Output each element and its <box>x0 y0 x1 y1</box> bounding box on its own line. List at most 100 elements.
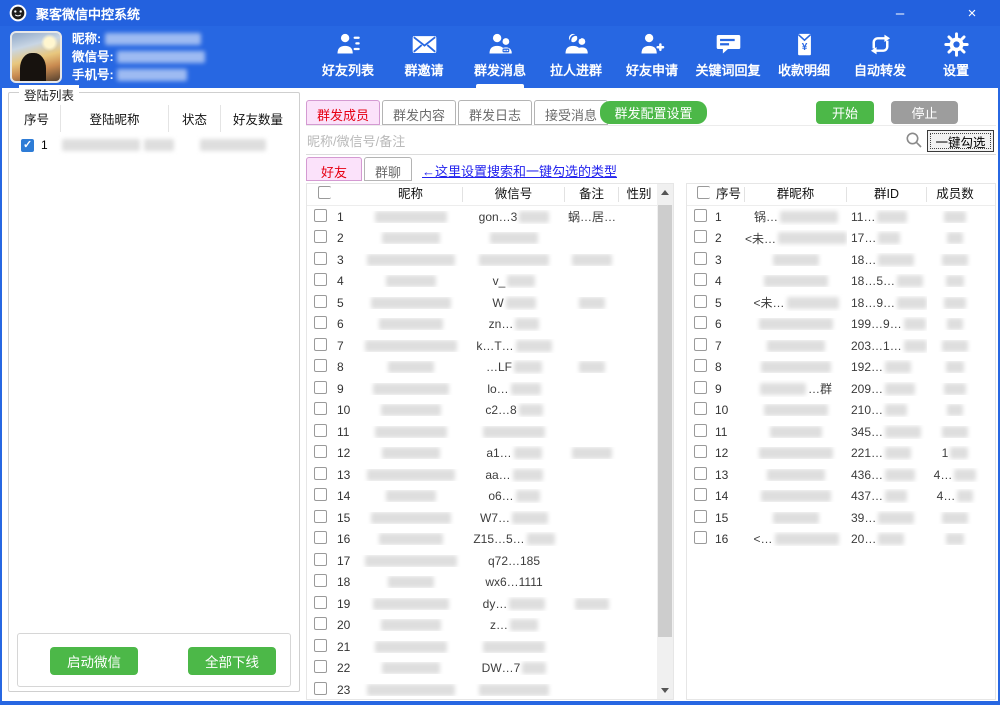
offline-all-button[interactable]: 全部下线 <box>188 647 276 675</box>
scroll-up-button[interactable] <box>657 184 673 201</box>
table-row[interactable]: 12221…1 <box>687 443 995 465</box>
row-checkbox[interactable] <box>694 230 707 243</box>
table-row[interactable]: 23 <box>307 679 673 700</box>
row-checkbox[interactable] <box>694 273 707 286</box>
table-row[interactable]: 3 <box>307 249 673 271</box>
row-checkbox[interactable] <box>314 252 327 265</box>
tab-群发日志[interactable]: 群发日志 <box>458 100 532 125</box>
start-wechat-button[interactable]: 启动微信 <box>50 647 138 675</box>
table-row[interactable]: 15W7… <box>307 507 673 529</box>
row-checkbox[interactable] <box>314 596 327 609</box>
row-checkbox[interactable] <box>314 295 327 308</box>
row-checkbox[interactable] <box>694 295 707 308</box>
table-row[interactable]: 22DW…7 <box>307 658 673 680</box>
row-checkbox[interactable] <box>314 424 327 437</box>
nav-item-payment-detail[interactable]: ¥收款明细 <box>766 26 842 88</box>
tab-群发内容[interactable]: 群发内容 <box>382 100 456 125</box>
scroll-thumb[interactable] <box>658 205 672 637</box>
row-checkbox[interactable] <box>694 467 707 480</box>
search-input[interactable] <box>307 129 897 153</box>
type-tab-群聊[interactable]: 群聊 <box>364 157 412 181</box>
stop-button[interactable]: 停止 <box>891 101 958 124</box>
table-row[interactable]: 10c2…8 <box>307 400 673 422</box>
table-row[interactable]: 18wx6…1111 <box>307 572 673 594</box>
table-row[interactable]: 16<…20… <box>687 529 995 551</box>
row-checkbox[interactable] <box>697 186 710 199</box>
tab-群发成员[interactable]: 群发成员 <box>306 100 380 125</box>
table-row[interactable]: 13436…4… <box>687 464 995 486</box>
row-checkbox[interactable] <box>314 209 327 222</box>
table-row[interactable]: 17q72…185 <box>307 550 673 572</box>
tab-接受消息[interactable]: 接受消息 <box>534 100 608 125</box>
row-checkbox[interactable] <box>694 402 707 415</box>
row-checkbox[interactable] <box>314 445 327 458</box>
row-checkbox[interactable] <box>314 230 327 243</box>
row-checkbox[interactable] <box>694 359 707 372</box>
row-checkbox[interactable] <box>318 186 331 199</box>
table-row[interactable]: 1锅…11… <box>687 206 995 228</box>
friends-scrollbar[interactable] <box>657 184 673 699</box>
table-row[interactable]: 7k…T… <box>307 335 673 357</box>
table-row[interactable]: 13aa… <box>307 464 673 486</box>
row-checkbox[interactable] <box>694 252 707 265</box>
table-row[interactable]: 20z… <box>307 615 673 637</box>
type-tab-好友[interactable]: 好友 <box>306 157 362 181</box>
row-checkbox[interactable] <box>314 488 327 501</box>
nav-item-friend-list[interactable]: 好友列表 <box>310 26 386 88</box>
table-row[interactable]: 10210… <box>687 400 995 422</box>
table-row[interactable]: 5W <box>307 292 673 314</box>
table-row[interactable]: 16Z15…5… <box>307 529 673 551</box>
row-checkbox[interactable] <box>314 574 327 587</box>
table-row[interactable]: 19dy… <box>307 593 673 615</box>
table-row[interactable]: 6199…9… <box>687 314 995 336</box>
nav-item-friend-apply[interactable]: 好友申请 <box>614 26 690 88</box>
row-checkbox[interactable] <box>21 139 34 152</box>
row-checkbox[interactable] <box>314 338 327 351</box>
scroll-down-button[interactable] <box>657 682 673 699</box>
table-row[interactable]: 1539… <box>687 507 995 529</box>
table-row[interactable]: 7203…1… <box>687 335 995 357</box>
row-checkbox[interactable] <box>314 682 327 695</box>
nav-item-auto-forward[interactable]: 自动转发 <box>842 26 918 88</box>
row-checkbox[interactable] <box>314 639 327 652</box>
row-checkbox[interactable] <box>694 488 707 501</box>
table-row[interactable]: 1gon…3蜗…居… <box>307 206 673 228</box>
table-row[interactable]: 6zn… <box>307 314 673 336</box>
table-row[interactable]: 8…LF <box>307 357 673 379</box>
table-row[interactable]: 11345… <box>687 421 995 443</box>
row-checkbox[interactable] <box>314 273 327 286</box>
mass-config-button[interactable]: 群发配置设置 <box>600 101 707 124</box>
table-row[interactable]: 9…群209… <box>687 378 995 400</box>
nav-item-keyword-reply[interactable]: 关键词回复 <box>690 26 766 88</box>
row-checkbox[interactable] <box>314 660 327 673</box>
row-checkbox[interactable] <box>314 359 327 372</box>
nav-item-group-invite[interactable]: 群邀请 <box>386 26 462 88</box>
nav-item-pull-into-group[interactable]: 拉人进群 <box>538 26 614 88</box>
table-row[interactable]: 418…5… <box>687 271 995 293</box>
minimize-button[interactable]: – <box>878 0 922 26</box>
row-checkbox[interactable] <box>694 445 707 458</box>
nav-item-mass-message[interactable]: 群发消息 <box>462 26 538 88</box>
nav-item-settings[interactable]: 设置 <box>918 26 994 88</box>
row-checkbox[interactable] <box>314 553 327 566</box>
table-row[interactable]: 14437…4… <box>687 486 995 508</box>
table-row[interactable]: 9lo… <box>307 378 673 400</box>
start-button[interactable]: 开始 <box>816 101 874 124</box>
table-row[interactable]: 2<未…17… <box>687 228 995 250</box>
table-row[interactable]: 318… <box>687 249 995 271</box>
row-checkbox[interactable] <box>694 209 707 222</box>
row-checkbox[interactable] <box>314 402 327 415</box>
row-checkbox[interactable] <box>694 510 707 523</box>
close-button[interactable]: × <box>950 0 994 26</box>
table-row[interactable]: 2 <box>307 228 673 250</box>
row-checkbox[interactable] <box>694 338 707 351</box>
table-row[interactable]: 11 <box>307 421 673 443</box>
table-row[interactable]: 21 <box>307 636 673 658</box>
table-row[interactable]: 14o6… <box>307 486 673 508</box>
login-table-row[interactable]: 1 <box>13 133 295 157</box>
row-checkbox[interactable] <box>694 316 707 329</box>
row-checkbox[interactable] <box>314 381 327 394</box>
table-row[interactable]: 12a1… <box>307 443 673 465</box>
row-checkbox[interactable] <box>694 381 707 394</box>
table-row[interactable]: 8192… <box>687 357 995 379</box>
